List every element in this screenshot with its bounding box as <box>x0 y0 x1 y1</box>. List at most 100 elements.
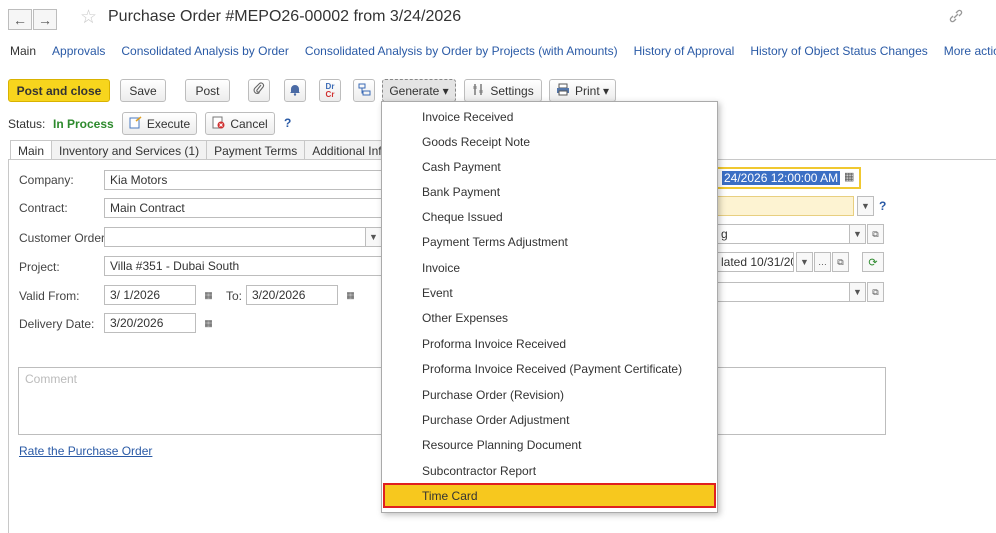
responsible-dropdown[interactable]: ▼ <box>849 282 866 302</box>
bell-icon <box>289 83 301 99</box>
warehouse-dropdown[interactable]: ▼ <box>849 224 866 244</box>
menu-item-purchase-order-adjustment[interactable]: Purchase Order Adjustment <box>383 407 716 432</box>
document-date-field[interactable]: 24/2026 12:00:00 AM <box>716 167 861 189</box>
forward-button[interactable]: → <box>33 9 57 30</box>
tab-history-of-object-status-changes[interactable]: History of Object Status Changes <box>750 44 927 64</box>
chevron-down-icon: ▼ <box>861 201 870 211</box>
menu-item-proforma-invoice-received[interactable]: Proforma Invoice Received <box>383 331 716 356</box>
tab-main[interactable]: Main <box>10 44 36 64</box>
notification-button[interactable] <box>284 79 306 102</box>
form-tabs: Main Inventory and Services (1) Payment … <box>10 140 405 160</box>
link-icon[interactable] <box>948 8 964 29</box>
document-date-value: 24/2026 12:00:00 AM <box>722 171 841 185</box>
structure-button[interactable] <box>353 79 375 102</box>
favorite-star-icon[interactable]: ☆ <box>80 6 97 29</box>
valid-from-field[interactable]: 3/ 1/2026 <box>104 285 196 305</box>
tab-consolidated-analysis-by-projects[interactable]: Consolidated Analysis by Order by Projec… <box>305 44 618 64</box>
refresh-icon: ⟳ <box>868 256 878 269</box>
open-window-icon: ⧉ <box>872 228 879 239</box>
customer-order-field[interactable] <box>104 227 366 247</box>
menu-item-purchase-order-revision[interactable]: Purchase Order (Revision) <box>383 382 716 407</box>
menu-item-goods-receipt-note[interactable]: Goods Receipt Note <box>383 129 716 154</box>
arrow-right-icon: → <box>38 11 52 28</box>
comment-placeholder: Comment <box>25 372 78 386</box>
price-type-open-button[interactable]: ⧉ <box>832 252 849 272</box>
responsible-open-button[interactable]: ⧉ <box>867 282 884 302</box>
title-bar: ← → ☆ Purchase Order #MEPO26-00002 from … <box>0 0 996 36</box>
post-button[interactable]: Post <box>185 79 230 102</box>
print-button[interactable]: Print ▾ <box>549 79 616 102</box>
tab-approvals[interactable]: Approvals <box>52 44 105 64</box>
menu-item-invoice-received[interactable]: Invoice Received <box>383 104 716 129</box>
contract-field[interactable]: Main Contract <box>104 198 386 218</box>
chevron-down-icon: ▼ <box>800 257 809 267</box>
menu-item-event[interactable]: Event <box>383 280 716 305</box>
arrow-left-icon: ← <box>13 11 27 28</box>
status-label: Status: <box>8 117 46 131</box>
price-type-field[interactable]: lated 10/31/202 <box>716 252 794 272</box>
save-button[interactable]: Save <box>120 79 166 102</box>
delivery-date-calendar-button[interactable]: ▦ <box>200 313 217 333</box>
calendar-icon[interactable]: ▦ <box>844 170 854 183</box>
dr-cr-button[interactable]: Dr Cr <box>319 79 341 102</box>
to-label: To: <box>226 289 243 303</box>
warehouse-field[interactable]: g <box>716 224 854 244</box>
currency-field[interactable] <box>716 196 854 216</box>
top-tabs: Main Approvals Consolidated Analysis by … <box>10 44 996 64</box>
structure-icon <box>358 83 371 99</box>
generate-menu: Invoice Received Goods Receipt Note Cash… <box>381 101 718 513</box>
price-type-select-button[interactable]: … <box>814 252 831 272</box>
ellipsis-icon: … <box>818 257 827 267</box>
menu-item-cheque-issued[interactable]: Cheque Issued <box>383 204 716 229</box>
menu-item-time-card[interactable]: Time Card <box>383 483 716 508</box>
company-field[interactable]: Kia Motors <box>104 170 386 190</box>
menu-item-proforma-invoice-payment-certificate[interactable]: Proforma Invoice Received (Payment Certi… <box>383 356 716 381</box>
customer-order-dropdown[interactable]: ▼ <box>365 227 382 247</box>
contract-label: Contract: <box>19 201 68 215</box>
responsible-field[interactable] <box>716 282 854 302</box>
chevron-down-icon: ▼ <box>369 232 378 242</box>
valid-from-label: Valid From: <box>19 289 80 303</box>
status-value: In Process <box>53 117 114 131</box>
refresh-prices-button[interactable]: ⟳ <box>862 252 884 272</box>
project-label: Project: <box>19 260 60 274</box>
tab-consolidated-analysis-by-order[interactable]: Consolidated Analysis by Order <box>121 44 288 64</box>
project-field[interactable]: Villa #351 - Dubai South <box>104 256 386 276</box>
form-tab-inventory[interactable]: Inventory and Services (1) <box>51 140 208 160</box>
warehouse-open-button[interactable]: ⧉ <box>867 224 884 244</box>
menu-item-invoice[interactable]: Invoice <box>383 255 716 280</box>
cancel-button[interactable]: Cancel <box>205 112 275 135</box>
open-window-icon: ⧉ <box>837 256 844 267</box>
settings-button[interactable]: Settings <box>464 79 542 102</box>
attach-button[interactable] <box>248 79 270 102</box>
back-button[interactable]: ← <box>8 9 32 30</box>
valid-to-field[interactable]: 3/20/2026 <box>246 285 338 305</box>
company-label: Company: <box>19 173 74 187</box>
menu-item-subcontractor-report[interactable]: Subcontractor Report <box>383 458 716 483</box>
menu-item-resource-planning-document[interactable]: Resource Planning Document <box>383 432 716 457</box>
rate-purchase-order-link[interactable]: Rate the Purchase Order <box>19 444 152 458</box>
print-label: Print ▾ <box>574 83 610 98</box>
generate-button[interactable]: Generate ▾ <box>382 79 456 102</box>
help-icon[interactable]: ? <box>284 116 291 130</box>
chevron-down-icon: ▼ <box>853 287 862 297</box>
tab-history-of-approval[interactable]: History of Approval <box>634 44 735 64</box>
menu-item-cash-payment[interactable]: Cash Payment <box>383 154 716 179</box>
more-actions-menu[interactable]: More actions... ▾ <box>944 44 996 64</box>
delivery-date-field[interactable]: 3/20/2026 <box>104 313 196 333</box>
form-tab-payment-terms[interactable]: Payment Terms <box>206 140 306 160</box>
calendar-icon: ▦ <box>204 317 213 328</box>
menu-item-other-expenses[interactable]: Other Expenses <box>383 305 716 330</box>
cancel-label: Cancel <box>230 116 268 131</box>
menu-item-bank-payment[interactable]: Bank Payment <box>383 179 716 204</box>
execute-button[interactable]: Execute <box>122 112 197 135</box>
currency-help-icon[interactable]: ? <box>879 199 886 213</box>
currency-dropdown[interactable]: ▼ <box>857 196 874 216</box>
menu-item-payment-terms-adjustment[interactable]: Payment Terms Adjustment <box>383 229 716 254</box>
customer-order-label: Customer Order: <box>19 231 109 245</box>
form-tab-main[interactable]: Main <box>10 140 53 160</box>
valid-from-calendar-button[interactable]: ▦ <box>200 285 217 305</box>
price-type-dropdown[interactable]: ▼ <box>796 252 813 272</box>
valid-to-calendar-button[interactable]: ▦ <box>342 285 359 305</box>
post-and-close-button[interactable]: Post and close <box>8 79 110 102</box>
